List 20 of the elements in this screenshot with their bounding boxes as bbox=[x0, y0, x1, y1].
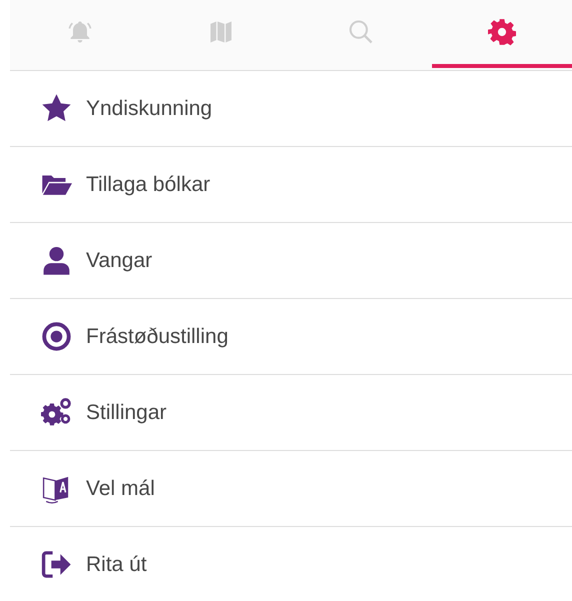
user-icon bbox=[40, 245, 72, 276]
target-icon bbox=[40, 321, 72, 352]
logout-icon bbox=[40, 549, 72, 580]
menu-item[interactable]: Frástøðustilling bbox=[10, 299, 572, 374]
star-icon bbox=[40, 93, 72, 124]
menu-item[interactable]: Yndiskunning bbox=[10, 71, 572, 146]
menu-label: Vangar bbox=[86, 248, 152, 272]
menu-label: Tillaga bólkar bbox=[86, 172, 210, 196]
menu-label: Rita út bbox=[86, 552, 147, 576]
menu-item[interactable]: Vel mál bbox=[10, 451, 572, 526]
menu-item[interactable]: Tillaga bólkar bbox=[10, 147, 572, 222]
menu-label: Vel mál bbox=[86, 476, 155, 500]
gears-icon bbox=[40, 397, 72, 428]
menu-label: Frástøðustilling bbox=[86, 324, 228, 348]
menu-item[interactable]: Rita út bbox=[10, 527, 572, 601]
settings-icon bbox=[488, 18, 516, 46]
menu-label: Yndiskunning bbox=[86, 96, 212, 120]
menu-item[interactable]: Vangar bbox=[10, 223, 572, 298]
menu-item[interactable]: Stillingar bbox=[10, 375, 572, 450]
menu-label: Stillingar bbox=[86, 400, 167, 424]
